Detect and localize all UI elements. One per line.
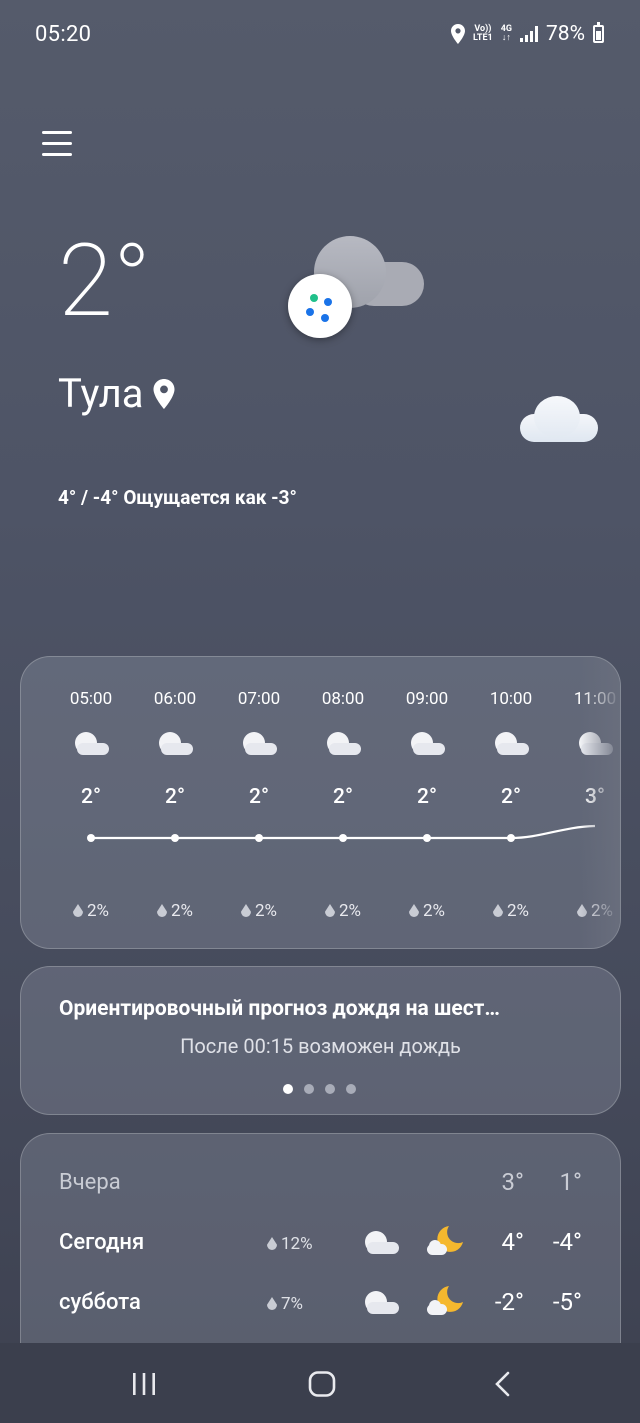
day-name: Сегодня <box>59 1230 145 1255</box>
trend-point <box>339 834 347 842</box>
day-min-temp: -4° <box>552 1228 582 1256</box>
rain-forecast-subtitle: После 00:15 возможен дождь <box>180 1034 461 1058</box>
page-indicator[interactable] <box>283 1084 356 1094</box>
day-name: суббота <box>59 1290 141 1315</box>
current-temperature: 2° <box>58 223 152 340</box>
status-icons: Vo)) LTE1 4G ↓↑ 78% <box>451 22 604 46</box>
rain-forecast-title: Ориентировочный прогноз дождя на шест… <box>59 997 500 1021</box>
battery-icon <box>593 22 604 43</box>
back-icon[interactable] <box>492 1371 512 1397</box>
day-precip: 12% <box>267 1234 313 1254</box>
assistant-dot-blue-3 <box>321 314 329 322</box>
page-dot-2[interactable] <box>304 1084 314 1094</box>
raindrop-icon <box>267 1297 277 1310</box>
trend-point <box>255 834 263 842</box>
home-icon[interactable] <box>308 1371 336 1397</box>
trend-point <box>87 834 95 842</box>
moon-cloud-icon <box>427 1226 463 1255</box>
assistant-button[interactable] <box>288 274 352 338</box>
day-name: Вчера <box>59 1170 121 1195</box>
daily-row-yesterday[interactable]: Вчера 3° 1° <box>59 1164 582 1204</box>
page-dot-1[interactable] <box>283 1084 293 1094</box>
volte-indicator: Vo)) LTE1 <box>473 24 493 43</box>
day-min-temp: -5° <box>552 1288 582 1316</box>
small-cloud-icon <box>520 394 600 444</box>
day-max-temp: -2° <box>494 1288 524 1316</box>
assistant-dot-blue-1 <box>324 298 332 306</box>
raindrop-icon <box>267 1237 277 1250</box>
network-4g-indicator: 4G ↓↑ <box>500 24 512 43</box>
system-navigation-bar <box>0 1343 640 1423</box>
assistant-dot-blue-2 <box>306 308 314 316</box>
day-precip: 7% <box>267 1294 303 1314</box>
trend-point <box>507 834 515 842</box>
daily-row-today[interactable]: Сегодня 12% 4° -4° <box>59 1224 582 1264</box>
daily-row-saturday[interactable]: суббота 7% -2° -5° <box>59 1284 582 1324</box>
cloud-icon <box>365 1231 399 1254</box>
trend-point <box>423 834 431 842</box>
temperature-trend-line <box>87 824 596 842</box>
day-max-temp: 3° <box>501 1168 524 1196</box>
page-dot-3[interactable] <box>325 1084 335 1094</box>
location-pin-icon <box>153 378 175 409</box>
daily-forecast-card[interactable]: Вчера 3° 1° Сегодня 12% 4° -4° суббота 7… <box>20 1133 621 1373</box>
status-time: 05:20 <box>35 22 92 47</box>
page-dot-4[interactable] <box>346 1084 356 1094</box>
recent-apps-icon[interactable] <box>131 1371 157 1397</box>
menu-icon[interactable] <box>42 128 72 158</box>
temp-range-feels-like: 4° / -4° Ощущается как -3° <box>58 486 297 509</box>
battery-percent: 78% <box>546 22 585 46</box>
day-min-temp: 1° <box>559 1168 582 1196</box>
trend-point <box>171 834 179 842</box>
assistant-dot-green <box>310 294 318 302</box>
rain-forecast-card[interactable]: Ориентировочный прогноз дождя на шест… П… <box>20 966 621 1115</box>
location-status-icon <box>451 24 466 44</box>
scroll-fade <box>580 657 620 948</box>
cloud-icon <box>365 1291 399 1314</box>
day-max-temp: 4° <box>501 1228 524 1256</box>
signal-icon <box>520 26 538 42</box>
moon-cloud-icon <box>427 1286 463 1315</box>
hourly-forecast-card[interactable]: 05:00 2° 2% 06:00 2° 2% 07:00 2° 2% 08:00 2° 2% 09:0… <box>20 656 621 949</box>
city-label: Тула <box>58 370 144 417</box>
city-name[interactable]: Тула <box>58 370 175 417</box>
status-bar: 05:20 Vo)) LTE1 4G ↓↑ 78% <box>0 0 640 72</box>
